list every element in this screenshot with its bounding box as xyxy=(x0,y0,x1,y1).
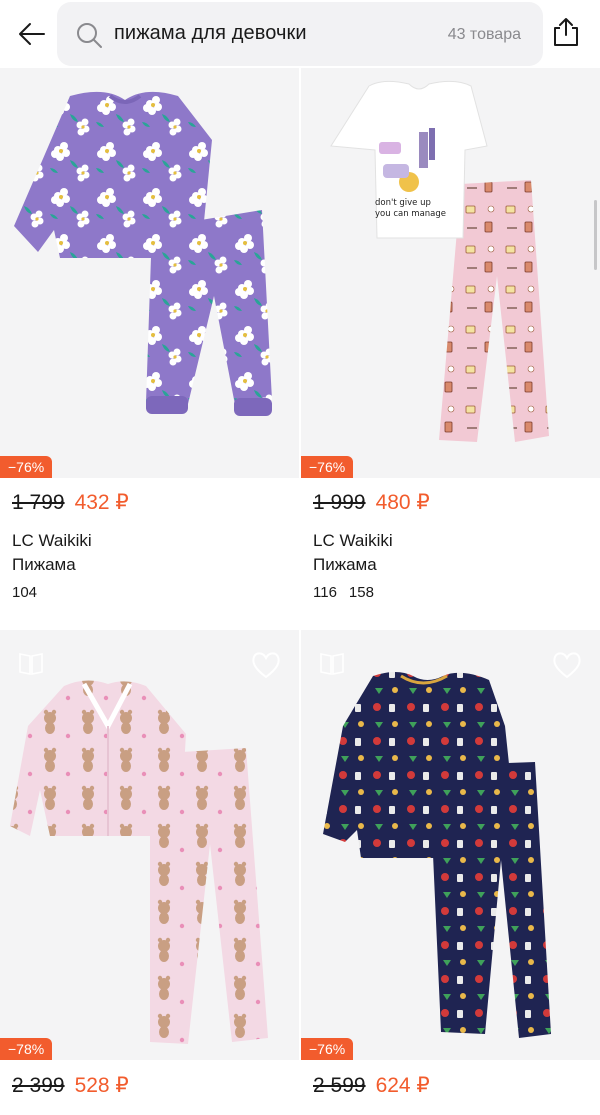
pink-teddy-pajama-image xyxy=(0,630,299,1060)
share-icon xyxy=(554,18,578,46)
product-card[interactable]: don't give up you can manage −76% 1 999 … xyxy=(301,0,600,628)
new-price: 432 ₽ xyxy=(74,491,129,514)
sizes-list: 104 xyxy=(12,584,37,601)
purple-floral-pajama-image xyxy=(0,0,299,478)
product-name: Пижама xyxy=(313,555,377,574)
column-divider xyxy=(299,68,301,1115)
price-row: 2 599 624 ₽ xyxy=(313,1073,430,1098)
product-image[interactable]: −76% xyxy=(0,0,299,478)
new-price: 528 ₽ xyxy=(74,1074,129,1097)
price-row: 1 999 480 ₽ xyxy=(313,490,430,515)
old-price: 1 999 xyxy=(313,491,366,514)
product-card[interactable]: −76% 2 599 624 ₽ xyxy=(301,630,600,1115)
tee-print-text-line2: you can manage xyxy=(375,209,446,219)
product-image[interactable]: −76% xyxy=(301,630,600,1060)
new-price: 624 ₽ xyxy=(375,1074,430,1097)
product-name: Пижама xyxy=(12,555,76,574)
search-icon xyxy=(77,23,102,48)
heart-icon[interactable] xyxy=(550,648,584,682)
product-card[interactable]: −76% 1 799 432 ₽ LC Waikiki Пижама 104 xyxy=(0,0,299,628)
price-row: 2 399 528 ₽ xyxy=(12,1073,129,1098)
product-card[interactable]: −78% 2 399 528 ₽ xyxy=(0,630,299,1115)
product-image[interactable]: don't give up you can manage −76% xyxy=(301,0,600,478)
tee-print-text-line1: don't give up xyxy=(375,198,431,208)
sizes-list: 116 158 xyxy=(313,584,374,601)
size-item: 104 xyxy=(12,584,38,601)
back-button[interactable] xyxy=(14,16,50,52)
old-price: 2 399 xyxy=(12,1074,65,1097)
discount-badge: −76% xyxy=(301,1038,354,1060)
arrow-left-icon xyxy=(19,23,45,45)
navy-holiday-pajama-image xyxy=(301,630,600,1060)
discount-badge: −76% xyxy=(0,456,53,478)
scrollbar[interactable] xyxy=(594,200,597,270)
results-count: 43 товара xyxy=(447,26,521,43)
search-input[interactable]: пижама для девочки 43 товара xyxy=(57,2,543,66)
brand-name: LC Waikiki xyxy=(313,531,393,550)
heart-icon[interactable] xyxy=(249,648,283,682)
search-header: пижама для девочки 43 товара xyxy=(0,0,600,68)
old-price: 1 799 xyxy=(12,491,65,514)
price-row: 1 799 432 ₽ xyxy=(12,490,129,515)
discount-badge: −76% xyxy=(301,456,354,478)
old-price: 2 599 xyxy=(313,1074,366,1097)
white-tee-pink-pants-pajama-image: don't give up you can manage xyxy=(301,0,600,478)
discount-badge: −78% xyxy=(0,1038,53,1060)
size-item: 158 xyxy=(348,584,374,601)
product-grid: −76% 1 799 432 ₽ LC Waikiki Пижама 104 d… xyxy=(0,0,600,1115)
search-query[interactable]: пижама для девочки xyxy=(114,22,307,45)
new-price: 480 ₽ xyxy=(375,491,430,514)
size-item: 116 xyxy=(313,584,337,601)
compare-icon[interactable] xyxy=(16,648,46,678)
brand-name: LC Waikiki xyxy=(12,531,92,550)
share-button[interactable] xyxy=(548,14,584,50)
product-image[interactable]: −78% xyxy=(0,630,299,1060)
compare-icon[interactable] xyxy=(317,648,347,678)
